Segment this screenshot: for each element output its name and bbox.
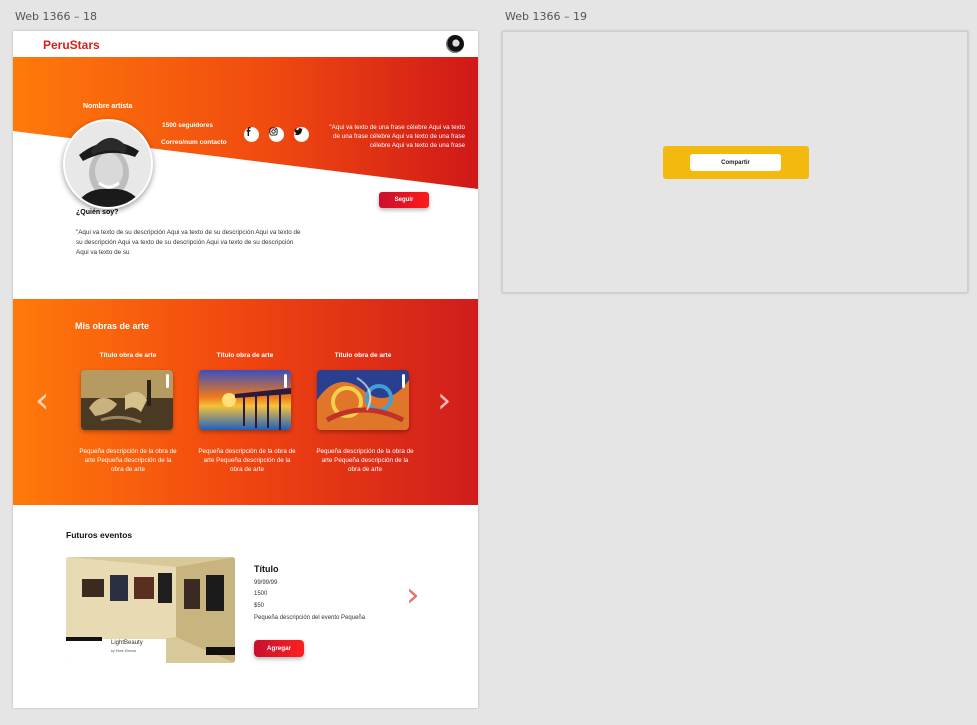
event-price: $50 <box>254 603 265 609</box>
event-description: Pequeña descripción del evento Pequeña <box>254 615 366 621</box>
contact-info: Correo/num contacto <box>161 139 227 146</box>
artwork-description: Pequeña descripción de la obra de arte P… <box>79 448 177 473</box>
artwork-title: Título obra de arte <box>334 352 392 359</box>
artwork-description: Pequeña descripción de la obra de arte P… <box>316 448 414 473</box>
share-button[interactable]: Compartir <box>690 154 781 171</box>
profile-page-artboard: PeruStars Nombre artista 1500 seguidores… <box>13 31 478 708</box>
event-date: 99/99/99 <box>254 580 278 586</box>
profile-hero: Nombre artista 1500 seguidores Correo/nu… <box>13 57 478 209</box>
top-header: PeruStars <box>13 31 478 57</box>
artwork-title: Título obra de arte <box>216 352 274 359</box>
carousel-next-icon[interactable]: › <box>437 383 451 419</box>
artwork-image[interactable] <box>81 370 173 430</box>
share-artboard: Compartir <box>502 31 968 293</box>
scroll-handle[interactable] <box>166 374 169 388</box>
artwork-description: Pequeña descripción de la obra de arte P… <box>198 448 296 473</box>
artist-name: Nombre artista <box>83 103 133 110</box>
scroll-handle[interactable] <box>284 374 287 388</box>
event-image-caption: LightBeauty <box>111 640 143 646</box>
follow-button[interactable]: Seguir <box>379 192 429 208</box>
event-capacity: 1500 <box>254 591 268 597</box>
artist-quote: "Aqui va texto de una frase célebre Aqui… <box>329 124 465 149</box>
artboard-label-left: Web 1366 – 18 <box>15 10 97 23</box>
artwork-image[interactable] <box>317 370 409 430</box>
artist-portrait <box>63 119 153 209</box>
events-title: Futuros eventos <box>66 530 133 540</box>
twitter-icon[interactable] <box>294 127 309 142</box>
about-text: "Aqui va texto de su descripción Aqui va… <box>76 229 301 256</box>
about-title: ¿Quién soy? <box>76 209 119 216</box>
add-event-button[interactable]: Agregar <box>254 640 304 657</box>
events-next-icon[interactable]: › <box>406 578 420 612</box>
artworks-section: Mis obras de arte ‹ › Título obra de art… <box>13 299 478 505</box>
logo[interactable]: PeruStars <box>43 38 100 52</box>
artworks-title: Mis obras de arte <box>75 321 150 331</box>
user-avatar-icon[interactable] <box>446 35 464 53</box>
event-title: Título <box>254 564 279 574</box>
carousel-prev-icon[interactable]: ‹ <box>35 383 49 419</box>
facebook-icon[interactable] <box>244 127 259 142</box>
share-panel: Compartir <box>663 146 809 179</box>
instagram-icon[interactable] <box>269 127 284 142</box>
event-image-subcaption: by Ebee Kimura <box>111 649 136 653</box>
artwork-title: Título obra de arte <box>99 352 157 359</box>
artboard-label-right: Web 1366 – 19 <box>505 10 587 23</box>
scroll-handle[interactable] <box>402 374 405 388</box>
artwork-image[interactable] <box>199 370 291 430</box>
event-image[interactable]: LightBeauty by Ebee Kimura <box>66 557 235 663</box>
followers-count: 1500 seguidores <box>162 122 213 129</box>
